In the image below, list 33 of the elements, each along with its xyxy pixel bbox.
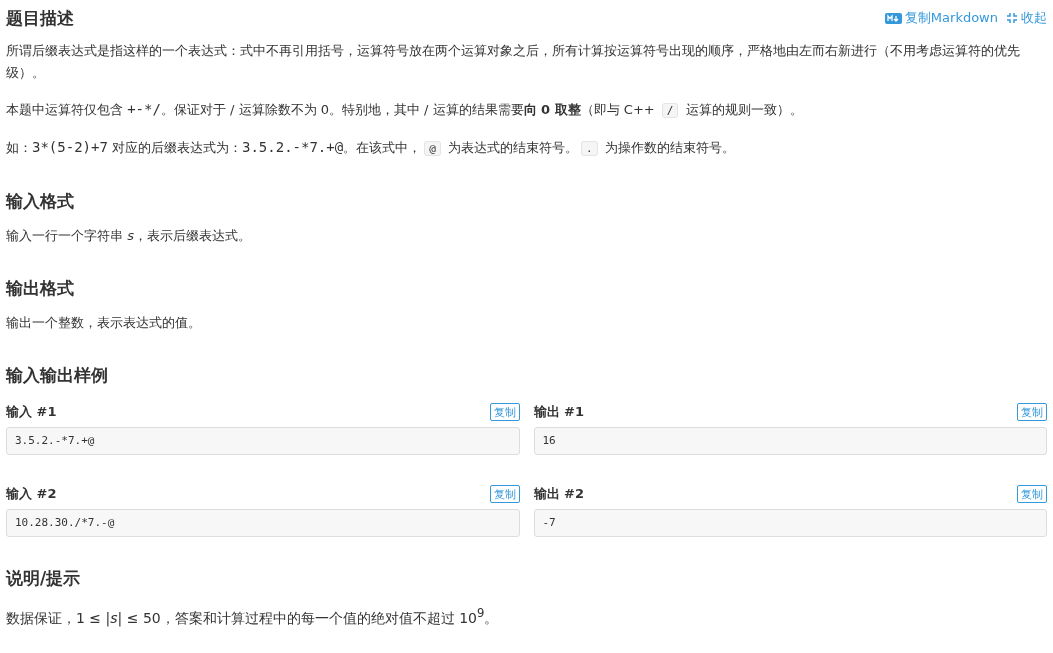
copy-markdown-link[interactable]: 复制Markdown — [884, 9, 998, 27]
sample-box: 16 — [533, 427, 1047, 455]
description-paragraph: 本题中运算符仅包含 +-*/。保证对于 / 运算除数不为 0。特别地，其中 / 运算的结果需要向 0 取整（即与 C++ / 运算的规则一致）。 — [6, 100, 804, 120]
markdown-icon — [884, 12, 902, 24]
section-heading: 输出格式 — [6, 277, 75, 300]
description-paragraph: 如：3*(5-2)+7 对应的后缀表达式为：3.5.2.-*7.+@。在该式中， @ 为表达式的结束符号。 . 为操作数的结束符号。 — [6, 138, 736, 158]
description-paragraph: 所谓后缀表达式是指这样的一个表达式：式中不再引用括号，运算符号放在两个运算对象之后，所有计算按运算符号出现的顺序，严格地由左而右新进行（不用考虑运算符的优先级）。 — [6, 42, 1021, 82]
collapse-icon — [1006, 12, 1018, 24]
sample-label: 输入 #2 — [6, 485, 57, 503]
copy-button[interactable]: 复制 — [1017, 403, 1047, 421]
code-text: 3.5.2.-*7.+@ — [242, 139, 344, 155]
hint-paragraph: 数据保证，1 ≤ |s| ≤ 50，答案和计算过程中的每一个值的绝对值不超过 10$^{9}$。 — [6, 605, 500, 629]
code-text: 3*(5-2)+7 — [32, 139, 108, 155]
section-heading: 说明/提示 — [6, 567, 82, 590]
inline-code: . — [580, 141, 598, 156]
sample-label: 输入 #1 — [6, 403, 57, 421]
section-heading: 题目描述 — [6, 6, 74, 30]
sample-label: 输出 #2 — [533, 485, 584, 503]
collapse-link[interactable]: 收起 — [1006, 9, 1047, 27]
copy-button[interactable]: 复制 — [1017, 485, 1047, 503]
copy-button[interactable]: 复制 — [489, 485, 520, 503]
inline-code: @ — [424, 141, 441, 156]
sample-box: 10.28.30./*7.-@ — [6, 509, 520, 537]
section-paragraph: 输出一个整数，表示表达式的值。 — [6, 314, 202, 332]
section-paragraph: 输入一行一个字符串 s，表示后缀表达式。 — [6, 227, 252, 245]
sample-box: -7 — [533, 509, 1047, 537]
section-heading: 输入格式 — [6, 190, 75, 213]
code-text: +-*/ — [127, 101, 161, 117]
sample-box: 3.5.2.-*7.+@ — [6, 427, 520, 455]
inline-code: / — [661, 103, 679, 118]
copy-button[interactable]: 复制 — [489, 403, 520, 421]
sample-label: 输出 #1 — [533, 403, 584, 421]
section-heading: 输入输出样例 — [6, 364, 109, 387]
